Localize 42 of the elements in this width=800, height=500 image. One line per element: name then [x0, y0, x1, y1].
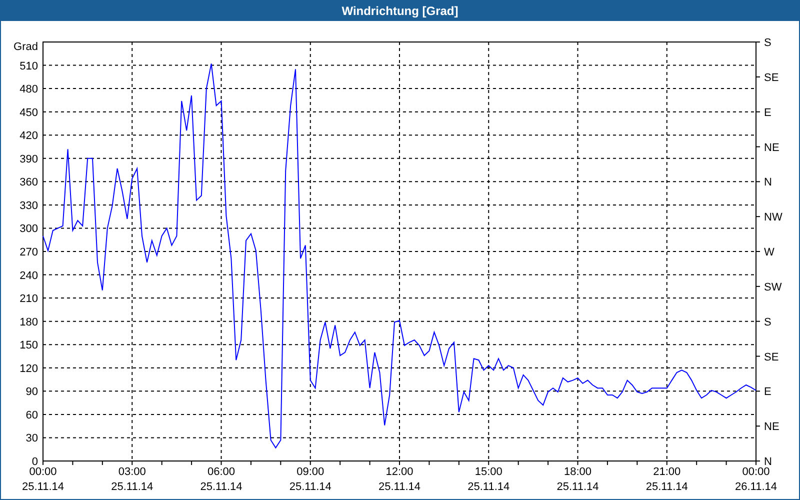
y-tick-label: 480 — [20, 84, 38, 96]
y-tick-label: 420 — [20, 130, 38, 142]
x-tick-label: 09:00 25.11.14 — [289, 466, 332, 493]
x-tick-label: 03:00 25.11.14 — [111, 466, 154, 493]
compass-tick-label: N — [764, 456, 772, 468]
y-tick-label: 240 — [20, 270, 38, 282]
y-tick-label: 0 — [32, 456, 38, 468]
y-tick-label: 330 — [20, 200, 38, 212]
compass-tick-label: SE — [764, 72, 779, 84]
y-tick-label: 60 — [26, 409, 38, 422]
y-tick-label: 30 — [26, 432, 38, 445]
y-tick-label: 90 — [26, 386, 38, 398]
y-tick-label: 450 — [20, 106, 38, 119]
compass-tick-label: S — [764, 316, 772, 328]
x-tick-label: 18:00 25.11.14 — [556, 466, 599, 493]
compass-tick-label: NW — [764, 212, 782, 224]
y-tick-label: 390 — [20, 153, 38, 166]
compass-tick-label: W — [764, 246, 774, 258]
x-tick-label: 06:00 25.11.14 — [200, 466, 242, 493]
x-tick-label: 15:00 25.11.14 — [468, 466, 510, 493]
y-tick-label: 300 — [20, 223, 38, 236]
x-tick-label: 00:00 26.11.14 — [735, 466, 777, 493]
x-tick-label: 12:00 25.11.14 — [378, 466, 420, 493]
window-title: Windrichtung [Grad] — [340, 2, 460, 20]
compass-tick-label: E — [764, 106, 772, 119]
compass-tick-label: NE — [764, 142, 780, 154]
y-tick-label: 510 — [20, 60, 38, 72]
compass-tick-label: N — [764, 176, 772, 189]
compass-tick-label: NE — [764, 421, 780, 434]
y-tick-label: 180 — [20, 316, 38, 328]
compass-tick-label: E — [764, 386, 772, 398]
compass-tick-label: SW — [764, 281, 782, 294]
y-tick-label: 270 — [20, 246, 38, 258]
y-tick-label: 360 — [20, 176, 38, 189]
x-tick-label: 21:00 25.11.14 — [646, 466, 688, 493]
y-tick-label: 150 — [20, 340, 38, 352]
compass-tick-label: S — [764, 37, 772, 49]
y-axis-label: Grad — [14, 41, 38, 53]
y-tick-label: 120 — [20, 362, 38, 375]
x-tick-label: 00:00 25.11.14 — [22, 466, 64, 493]
y-tick-label: 210 — [20, 293, 38, 306]
compass-tick-label: SE — [764, 351, 779, 364]
